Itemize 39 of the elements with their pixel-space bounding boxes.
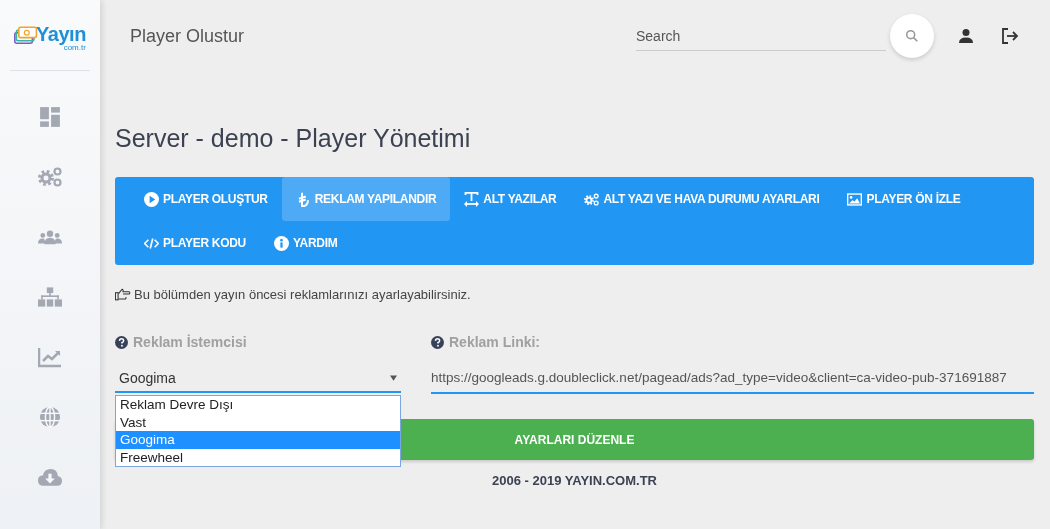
footer-text: 2006 - 2019 YAYIN.COM.TR (491, 473, 658, 488)
help-icon (115, 335, 128, 349)
tab[interactable]: PLAYER KODU (130, 221, 260, 265)
search-icon (905, 29, 919, 43)
gears-icon (584, 191, 600, 207)
search-field[interactable]: Search (636, 21, 886, 51)
tab[interactable]: PLAYER OLUŞTUR (130, 177, 282, 221)
play-icon (144, 191, 159, 207)
logout-icon (1001, 27, 1019, 45)
caret-icon (390, 374, 397, 381)
ad-link-field[interactable]: https://googleads.g.doubleclick.net/pagead/ads?ad_type=video&client=ca-video-pub-371691887 (431, 364, 1034, 394)
tab[interactable]: PLAYER ÖN İZLE (833, 177, 975, 221)
user-icon (958, 28, 974, 44)
page-header-title: Player Olustur (130, 25, 246, 47)
line-chart-icon (38, 346, 62, 368)
pointing-hand-icon (115, 288, 131, 301)
tab[interactable]: ALT YAZI VE HAVA DURUMU AYARLARI (570, 177, 834, 221)
help-icon (431, 335, 444, 349)
text-direction-icon (464, 191, 480, 207)
image-icon (847, 191, 863, 207)
gears-icon (38, 166, 62, 188)
sitemap-icon (38, 286, 62, 308)
info-icon (273, 235, 289, 251)
hint-text: Bu bölümden yayın öncesi reklamlarınızı ayarlayabilirsiniz. (134, 287, 471, 302)
logo[interactable]: Yayın com.tr (14, 20, 86, 52)
dashboard-icon (38, 106, 62, 128)
globe-icon (38, 406, 62, 428)
cloud-download-icon (38, 466, 62, 488)
page-title: Server - demo - Player Yönetimi (115, 124, 472, 153)
tab[interactable]: REKLAM YAPILANDIR (281, 177, 451, 221)
field-label: Reklam Linki: (449, 334, 541, 350)
code-icon (144, 235, 159, 251)
field-label: Reklam İstemcisi (133, 334, 247, 350)
dropdown-option[interactable]: Reklam Devre Dışı (116, 396, 400, 414)
tab[interactable]: ALT YAZILAR (450, 177, 571, 221)
dropdown-option[interactable]: Googima (116, 431, 400, 449)
search-button[interactable] (890, 14, 934, 58)
tab[interactable]: YARDIM (259, 221, 352, 265)
ad-client-select[interactable]: Googima (115, 364, 401, 393)
